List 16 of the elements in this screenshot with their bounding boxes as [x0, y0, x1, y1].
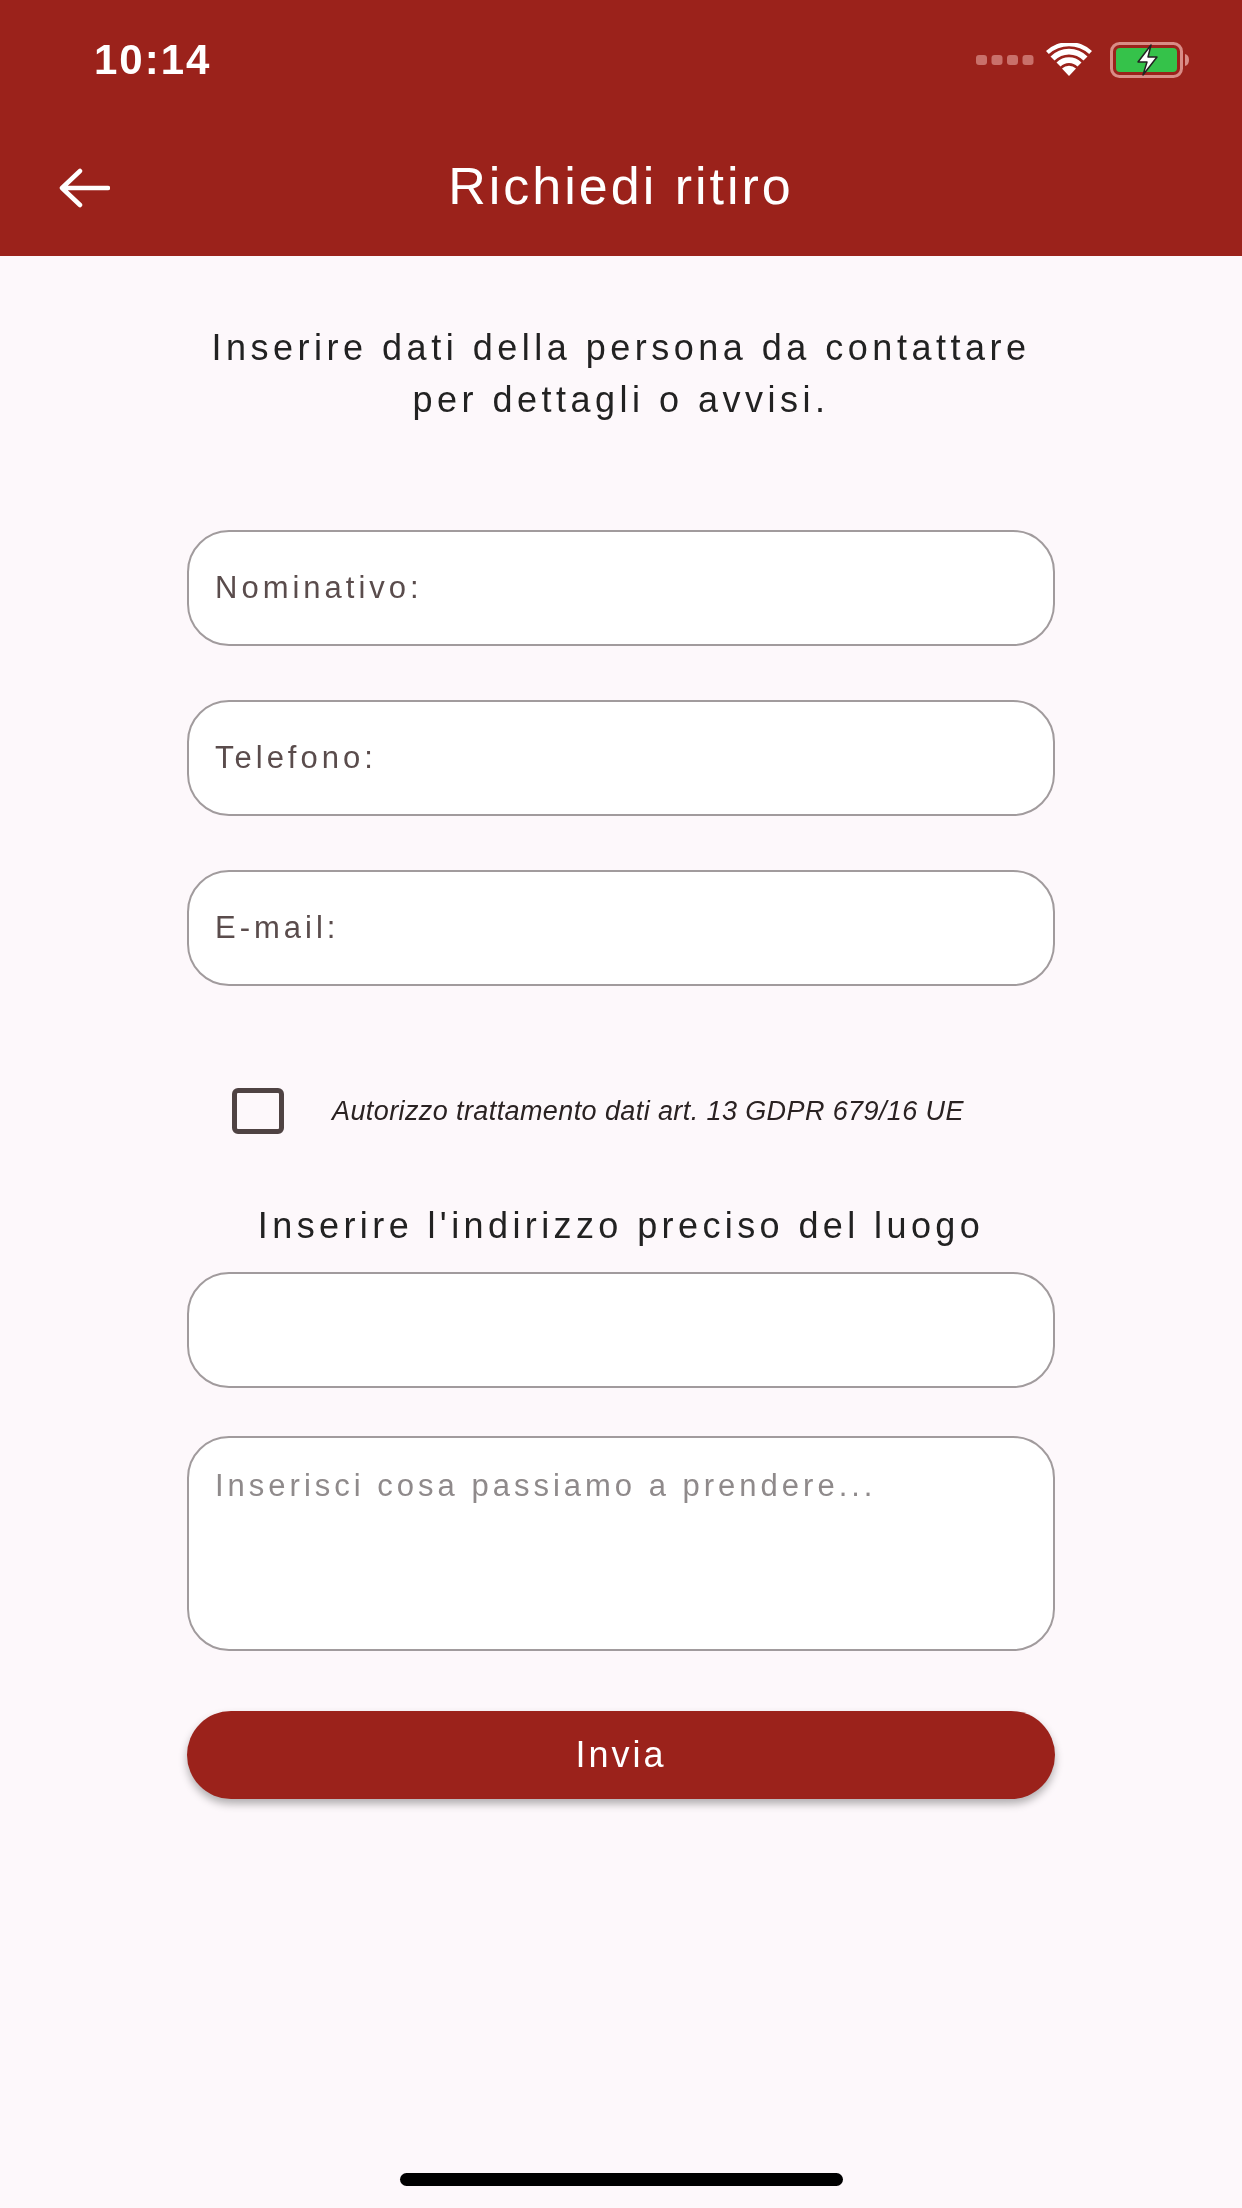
submit-button[interactable]: Invia [187, 1711, 1055, 1799]
consent-label: Autorizzo trattamento dati art. 13 GDPR 679/16 UE [332, 1095, 964, 1127]
status-time: 10:14 [94, 36, 212, 84]
signal-icon [976, 53, 1034, 67]
items-textarea[interactable]: Inserisci cosa passiamo a prendere... [187, 1436, 1055, 1651]
address-field[interactable] [187, 1272, 1055, 1388]
text-field[interactable]: Nominativo: [187, 530, 1055, 646]
consent-checkbox[interactable] [232, 1088, 284, 1134]
intro-text: Inserire dati della persona da contattare per dettagli o avvisi. [210, 326, 1032, 422]
back-arrow-icon[interactable] [58, 168, 110, 208]
battery-icon [1110, 42, 1190, 78]
text-field[interactable]: E-mail: [187, 870, 1055, 986]
address-heading: Inserire l'indirizzo preciso del luogo [256, 1204, 986, 1248]
screen-title: Richiedi ritiro [448, 156, 794, 216]
text-field[interactable]: Telefono: [187, 700, 1055, 816]
wifi-icon [1046, 43, 1092, 77]
